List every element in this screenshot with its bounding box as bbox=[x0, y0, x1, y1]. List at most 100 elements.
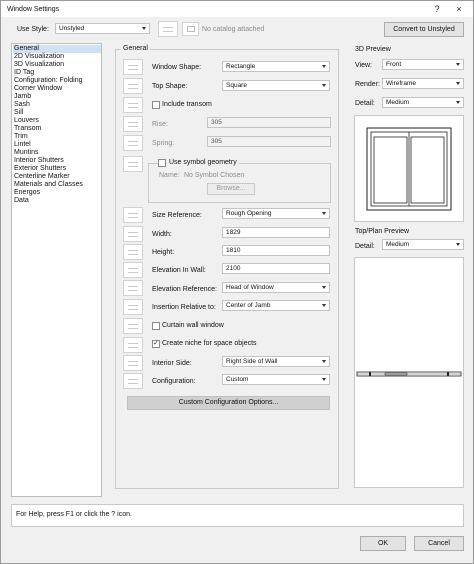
category-item[interactable]: Transom bbox=[13, 125, 101, 133]
category-item[interactable]: Lintel bbox=[13, 141, 101, 149]
window-shape-thumbnail[interactable] bbox=[123, 59, 143, 75]
category-item[interactable]: Interior Shutters bbox=[13, 157, 101, 165]
chevron-down-icon bbox=[322, 360, 326, 363]
use-style-value: Unstyled bbox=[59, 25, 85, 32]
category-item[interactable]: 2D Visualization bbox=[13, 53, 101, 61]
cancel-button[interactable]: Cancel bbox=[414, 536, 464, 551]
interior-side-label: Interior Side: bbox=[152, 360, 192, 367]
height-field[interactable]: 1810 bbox=[222, 245, 330, 256]
use-symbol-checkbox[interactable] bbox=[158, 159, 166, 167]
convert-to-unstyled-button[interactable]: Convert to Unstyled bbox=[384, 22, 464, 37]
size-reference-dropdown[interactable]: Rough Opening bbox=[222, 208, 330, 219]
configuration-dropdown[interactable]: Custom bbox=[222, 374, 330, 385]
monitor-icon bbox=[187, 26, 195, 32]
render-dropdown[interactable]: Wireframe bbox=[382, 78, 464, 89]
general-group-title: General bbox=[121, 45, 150, 52]
category-item[interactable]: Sill bbox=[13, 109, 101, 117]
configuration-thumbnail[interactable] bbox=[123, 373, 143, 389]
size-reference-thumbnail[interactable] bbox=[123, 207, 143, 223]
view-label: View: bbox=[355, 62, 372, 69]
style-thumbnail-button[interactable] bbox=[158, 21, 178, 37]
rise-label: Rise: bbox=[152, 121, 168, 128]
close-icon[interactable]: × bbox=[451, 3, 467, 15]
category-item[interactable]: Configuration: Folding bbox=[13, 77, 101, 85]
elevation-in-wall-field[interactable]: 2100 bbox=[222, 263, 330, 274]
top-shape-value: Square bbox=[226, 82, 247, 89]
rise-thumbnail[interactable] bbox=[123, 116, 143, 132]
width-field[interactable]: 1829 bbox=[222, 227, 330, 238]
curtain-wall-thumbnail[interactable] bbox=[123, 318, 143, 334]
category-item[interactable]: Data bbox=[13, 197, 101, 205]
category-item[interactable]: Trim bbox=[13, 133, 101, 141]
interior-side-thumbnail[interactable] bbox=[123, 355, 143, 371]
preview-plan-viewport[interactable] bbox=[354, 257, 464, 488]
curtain-wall-label: Curtain wall window bbox=[162, 322, 224, 329]
category-item[interactable]: 3D Visualization bbox=[13, 61, 101, 69]
niche-label: Create niche for space objects bbox=[162, 340, 257, 347]
symbol-name-label: Name: bbox=[159, 172, 180, 179]
top-shape-dropdown[interactable]: Square bbox=[222, 80, 330, 91]
preview-plan-title: Top/Plan Preview bbox=[355, 228, 410, 235]
use-style-dropdown[interactable]: Unstyled bbox=[55, 23, 150, 34]
category-item[interactable]: Centerline Marker bbox=[13, 173, 101, 181]
category-item[interactable]: Louvers bbox=[13, 117, 101, 125]
height-thumbnail[interactable] bbox=[123, 244, 143, 260]
elevation-in-wall-thumbnail[interactable] bbox=[123, 262, 143, 278]
rise-field[interactable]: 305 bbox=[207, 117, 331, 128]
insertion-label: Insertion Relative to: bbox=[152, 304, 216, 311]
niche-checkbox[interactable]: ✓ bbox=[152, 340, 160, 348]
detail-3d-label: Detail: bbox=[355, 100, 375, 107]
category-item[interactable]: Muntins bbox=[13, 149, 101, 157]
top-shape-thumbnail[interactable] bbox=[123, 78, 143, 94]
preview-3d-viewport[interactable] bbox=[354, 115, 464, 222]
symbol-name-value: No Symbol Chosen bbox=[184, 172, 245, 179]
catalog-icon[interactable] bbox=[182, 22, 199, 36]
help-status-bar: For Help, press F1 or click the ? icon. bbox=[11, 504, 464, 527]
category-item[interactable]: Jamb bbox=[13, 93, 101, 101]
title-bar: Window Settings ? × bbox=[1, 1, 473, 17]
category-item[interactable]: Materials and Classes bbox=[13, 181, 101, 189]
window-plan-preview bbox=[356, 371, 462, 377]
category-item[interactable]: Sash bbox=[13, 101, 101, 109]
browse-button[interactable]: Browse... bbox=[207, 183, 255, 195]
chevron-down-icon bbox=[456, 63, 460, 66]
ok-button[interactable]: OK bbox=[360, 536, 406, 551]
detail-plan-value: Medium bbox=[386, 241, 410, 248]
detail-3d-value: Medium bbox=[386, 99, 410, 106]
detail-plan-dropdown[interactable]: Medium bbox=[382, 239, 464, 250]
dialog-title: Window Settings bbox=[7, 6, 60, 13]
insertion-dropdown[interactable]: Center of Jamb bbox=[222, 300, 330, 311]
include-transom-checkbox[interactable] bbox=[152, 101, 160, 109]
size-reference-label: Size Reference: bbox=[152, 212, 202, 219]
elevation-reference-thumbnail[interactable] bbox=[123, 280, 143, 296]
elevation-reference-label: Elevation Reference: bbox=[152, 286, 217, 293]
window-shape-value: Rectangle bbox=[226, 63, 256, 70]
category-item[interactable]: Exterior Shutters bbox=[13, 165, 101, 173]
symbol-thumbnail[interactable] bbox=[123, 156, 143, 172]
width-thumbnail[interactable] bbox=[123, 226, 143, 242]
niche-thumbnail[interactable] bbox=[123, 337, 143, 353]
size-reference-value: Rough Opening bbox=[226, 210, 272, 217]
spring-thumbnail[interactable] bbox=[123, 135, 143, 151]
elevation-reference-dropdown[interactable]: Head of Window bbox=[222, 282, 330, 293]
chevron-down-icon bbox=[456, 82, 460, 85]
interior-side-dropdown[interactable]: Right Side of Wall bbox=[222, 356, 330, 367]
elevation-reference-value: Head of Window bbox=[226, 284, 274, 291]
curtain-wall-checkbox[interactable] bbox=[152, 322, 160, 330]
help-icon[interactable]: ? bbox=[429, 3, 445, 15]
custom-configuration-options-button[interactable]: Custom Configuration Options... bbox=[127, 396, 330, 410]
chevron-down-icon bbox=[322, 84, 326, 87]
configuration-value: Custom bbox=[226, 376, 249, 383]
spring-field[interactable]: 305 bbox=[207, 136, 331, 147]
transom-thumbnail[interactable] bbox=[123, 97, 143, 113]
render-label: Render: bbox=[355, 81, 380, 88]
view-dropdown[interactable]: Front bbox=[382, 59, 464, 70]
detail-3d-dropdown[interactable]: Medium bbox=[382, 97, 464, 108]
category-item[interactable]: Energos bbox=[13, 189, 101, 197]
window-shape-dropdown[interactable]: Rectangle bbox=[222, 61, 330, 72]
category-item[interactable]: ID Tag bbox=[13, 69, 101, 77]
insertion-thumbnail[interactable] bbox=[123, 299, 143, 315]
category-item[interactable]: Corner Window bbox=[13, 85, 101, 93]
category-item[interactable]: General bbox=[13, 45, 101, 53]
catalog-status: No catalog attached bbox=[202, 26, 265, 33]
